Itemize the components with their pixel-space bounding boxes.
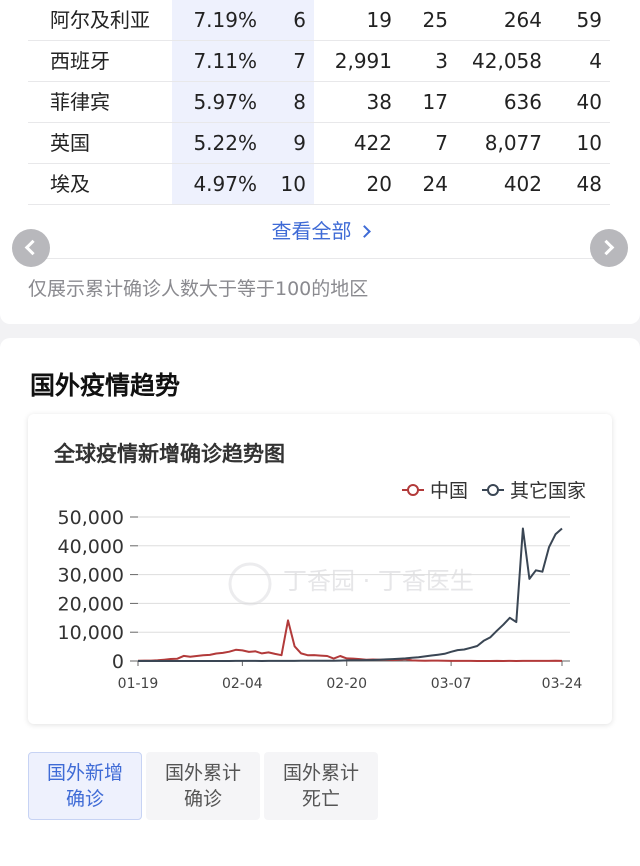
x-tick-label: 02-20 [326,676,367,692]
country-name: 英国 [50,131,90,155]
value-cell: 422 [353,131,392,155]
x-tick-label: 02-04 [222,676,263,692]
x-tick-label: 03-07 [431,676,472,692]
watermark-text: 丁香园 · 丁香医生 [283,567,474,595]
see-all-link[interactable]: 查看全部 [0,205,640,257]
tab-1[interactable]: 国外新增确诊 [28,752,142,820]
chevron-left-icon [24,239,41,256]
table-note: 仅展示累计确诊人数大于等于100的地区 [28,278,369,300]
value-cell: 402 [503,172,542,196]
value-cell: 636 [503,90,542,114]
value-cell: 38 [366,90,392,114]
divider [28,258,610,259]
value-cell: 264 [503,8,542,32]
value-cell: 10 [576,131,602,155]
percent-cell: 5.22% [193,131,257,155]
rank-cell: 7 [293,49,306,73]
chevron-right-icon [598,239,615,256]
chart-card: 全球疫情新增确诊趋势图 中国 其它国家 丁香园 · 丁香医生 50,000 40,0… [28,414,612,724]
tab-3[interactable]: 国外累计死亡 [264,752,378,820]
value-cell: 25 [422,8,448,32]
section-title: 国外疫情趋势 [30,371,181,400]
line-chart: 丁香园 · 丁香医生 50,000 40,000 30,000 20,000 10,000… [58,507,583,692]
see-all-label[interactable]: 查看全部 [272,219,352,243]
country-table-card: 阿尔及利亚 7.19% 6 19 25 264 59 西班牙 7.11% 7 2,991 3 42,05… [0,0,640,324]
value-cell: 7 [435,131,448,155]
y-tick-label: 10,000 [58,622,124,644]
rank-cell: 8 [293,90,306,114]
y-tick-label: 0 [112,651,124,673]
prev-chart-button[interactable] [12,229,50,267]
country-name: 西班牙 [50,49,110,73]
value-cell: 17 [422,90,448,114]
value-cell: 42,058 [472,49,542,73]
value-cell: 24 [422,172,448,196]
value-cell: 59 [576,8,602,32]
country-name: 菲律宾 [50,90,110,114]
percent-cell: 5.97% [193,90,257,114]
table-row[interactable]: 西班牙 7.11% 7 2,991 3 42,058 4 [28,41,610,82]
country-name: 埃及 [50,172,90,196]
rank-cell: 9 [293,131,306,155]
series-line-china [137,619,563,662]
x-tick-label: 03-24 [542,676,583,692]
value-cell: 40 [576,90,602,114]
table-row[interactable]: 阿尔及利亚 7.19% 6 19 25 264 59 [28,0,610,41]
y-tick-label: 50,000 [58,507,124,529]
table-row[interactable]: 英国 5.22% 9 422 7 8,077 10 [28,123,610,164]
country-table: 阿尔及利亚 7.19% 6 19 25 264 59 西班牙 7.11% 7 2,991 3 42,05… [28,0,610,205]
value-cell: 4 [589,49,602,73]
value-cell: 20 [366,172,392,196]
value-cell: 19 [366,8,392,32]
chevron-right-icon [357,225,371,238]
y-tick-label: 30,000 [58,565,124,587]
rank-cell: 6 [293,8,306,32]
value-cell: 8,077 [484,131,542,155]
percent-cell: 4.97% [193,172,257,196]
rank-cell: 10 [280,172,306,196]
table-row[interactable]: 菲律宾 5.97% 8 38 17 636 40 [28,82,610,123]
trend-tabs: 国外新增确诊 国外累计确诊 国外累计死亡 [28,752,382,820]
percent-cell: 7.19% [193,8,257,32]
x-tick-label: 01-19 [118,676,159,692]
y-tick-label: 20,000 [58,593,124,615]
watermark-logo-icon [228,562,272,606]
y-tick-label: 40,000 [58,536,124,558]
value-cell: 2,991 [334,49,392,73]
table-row[interactable]: 埃及 4.97% 10 20 24 402 48 [28,164,610,205]
tab-2[interactable]: 国外累计确诊 [146,752,260,820]
value-cell: 48 [576,172,602,196]
country-name: 阿尔及利亚 [50,8,150,32]
next-chart-button[interactable] [590,229,628,267]
percent-cell: 7.11% [193,49,257,73]
value-cell: 3 [435,49,448,73]
trend-card: 国外疫情趋势 全球疫情新增确诊趋势图 中国 其它国家 丁香园 · 丁香医生 50,… [0,338,640,866]
